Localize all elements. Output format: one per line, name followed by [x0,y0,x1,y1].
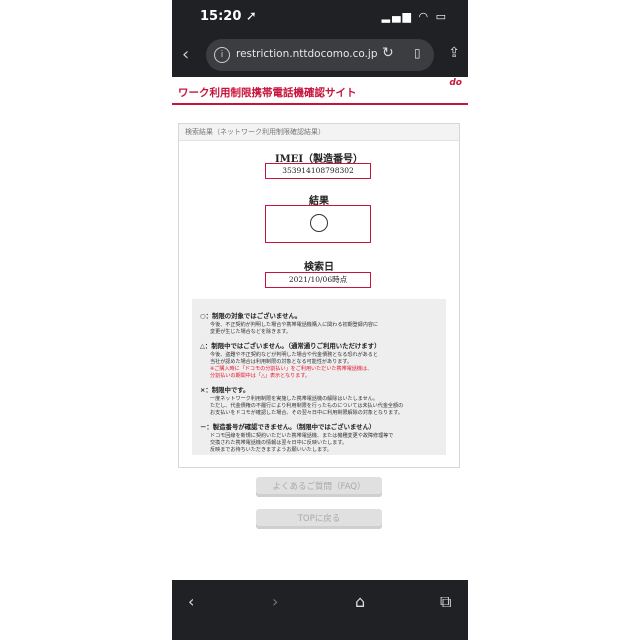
date-value: 2021/10/06時点 [288,275,348,284]
legend-dash-heading: －：製造番号が確認できません。（制限中ではございません） [200,423,376,431]
legend-box: ○：制限の対象ではございません。 今後、不正契約が判明した場合や携帯電話機購入に… [192,299,446,455]
legend-dash-line: ドコモ回線を新規に契約いただいた携帯電話機、または機種変更や故障修理等で [210,433,394,439]
legend-triangle-heading: △：制限中ではございません。（通常通りご利用いただけます） [200,342,381,350]
docomo-logo: do [449,78,462,88]
circle-result-icon [310,214,328,232]
legend-triangle-note: 分割払いの期間中は「△」表示となります。 [210,373,311,379]
legend-circle-line: 今後、不正契約が判明した場合や携帯電話機購入に関わる初期登録内容に [210,322,379,328]
legend-triangle-line: 当社が認めた場合は利用制限の対象となる可能性があります。 [210,359,352,365]
home-icon[interactable]: ⌂ [355,592,365,611]
legend-circle-heading: ○：制限の対象ではございません。 [200,312,302,320]
legend-dash-line: 交換された携帯電話機の情報は翌々日中に反映いたします。 [210,440,348,446]
legend-triangle-note: ※ご購入時に「ドコモの分割払い」をご利用いただいた携帯電話機は、 [210,366,373,372]
bookmark-icon[interactable]: ▯ [414,46,421,60]
address-bar[interactable]: i restriction.nttdocomo.co.jp ↻ ▯ [206,39,434,71]
panel-heading: 検索結果（ネットワーク利用制限確認結果） [179,124,459,141]
legend-cross-heading: ×：制限中です。 [200,386,250,394]
imei-value: 353914108798302 [282,166,354,175]
browser-toolbar: ‹ i restriction.nttdocomo.co.jp ↻ ▯ ⇪ [172,33,468,77]
site-title: ワーク利用制限携帯電話機確認サイト [178,87,357,99]
browser-bottom-bar: ‹ › ⌂ ⧉ [172,580,468,640]
status-bar: 15:20 ➚ ▂▄▆ ◠ ▭ [172,0,468,33]
faq-button[interactable]: よくあるご質問（FAQ） [256,477,382,497]
legend-cross-line: ただし、代金債権の不履行により利用制限を行ったものについては未払い代金全額の [210,403,404,409]
legend-triangle-line: 今後、盗難や不正契約などが判明した場合や代金債務となる恐れがあると [210,352,378,358]
tabs-icon[interactable]: ⧉ [440,592,451,612]
result-box [265,205,371,243]
phone-screen: 15:20 ➚ ▂▄▆ ◠ ▭ ‹ i restriction.nttdocom… [172,0,468,640]
result-panel: 検索結果（ネットワーク利用制限確認結果） IMEI（製造番号） 35391410… [178,123,460,468]
url-text[interactable]: restriction.nttdocomo.co.jp [236,48,378,60]
legend-cross-line: お支払いをドコモが確認した場合、その翌々日中に利用制限解除の対象となります。 [210,410,403,416]
header-divider [172,103,468,105]
forward-icon[interactable]: › [272,592,278,611]
date-value-box: 2021/10/06時点 [265,272,371,288]
share-icon[interactable]: ⇪ [448,45,460,61]
status-indicators-icon: ▂▄▆ ◠ ▭ [381,10,448,23]
legend-circle-line: 変更が生じた場合などを除きます。 [210,329,291,335]
status-time: 15:20 ➚ [200,9,257,24]
chevron-left-icon[interactable]: ‹ [182,44,189,65]
imei-value-box: 353914108798302 [265,163,371,179]
back-icon[interactable]: ‹ [188,592,194,611]
legend-cross-line: 一度ネットワーク利用制限を実施した携帯電話機の解除はいたしません。 [210,396,378,402]
reload-icon[interactable]: ↻ [382,45,394,61]
info-icon[interactable]: i [214,47,230,63]
legend-dash-line: 反映までお待ちいただきますようお願いいたします。 [210,447,332,453]
date-label: 検索日 [304,262,334,273]
top-button[interactable]: TOPに戻る [256,509,382,529]
